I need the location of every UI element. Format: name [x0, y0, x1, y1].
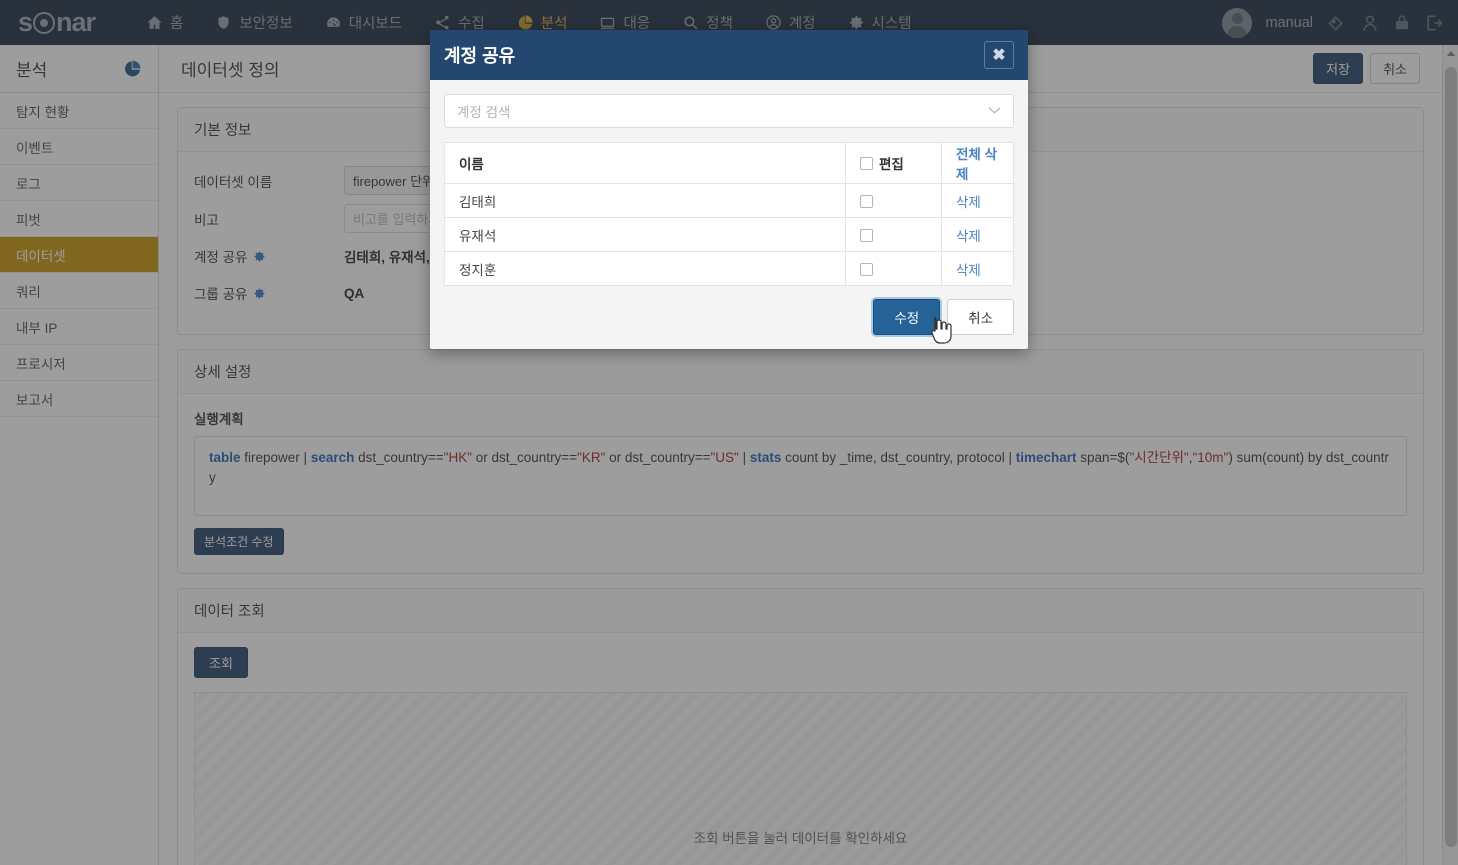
row-name-cell: 김태희: [444, 183, 846, 218]
row-edit-checkbox[interactable]: [860, 194, 873, 208]
modal-confirm-button[interactable]: 수정: [873, 299, 941, 335]
account-share-modal: 계정 공유 ✖ 계정 검색 이름 편집 전체 삭제 김태희 삭제 유재석 삭제 …: [430, 30, 1028, 349]
row-edit-cell: [845, 183, 942, 218]
column-header-delete-all: 전체 삭제: [941, 142, 1014, 184]
column-header-edit-label: 편집: [879, 157, 904, 172]
modal-header: 계정 공유 ✖: [430, 30, 1028, 80]
delete-link[interactable]: 삭제: [956, 195, 981, 210]
account-search-select[interactable]: 계정 검색: [444, 94, 1014, 128]
select-all-checkbox[interactable]: [860, 156, 873, 170]
table-body: 김태희 삭제 유재석 삭제 정지훈 삭제: [444, 183, 1014, 286]
modal-title: 계정 공유: [444, 46, 516, 66]
row-edit-checkbox[interactable]: [860, 262, 873, 276]
modal-footer: 수정 취소: [430, 286, 1028, 349]
shared-accounts-table: 이름 편집 전체 삭제 김태희 삭제 유재석 삭제 정지훈 삭제: [444, 142, 1014, 286]
column-header-edit: 편집: [845, 142, 942, 184]
row-delete-cell: 삭제: [941, 251, 1014, 286]
row-edit-cell: [845, 217, 942, 252]
modal-cancel-button[interactable]: 취소: [947, 299, 1014, 335]
close-icon[interactable]: ✖: [984, 41, 1014, 69]
table-row: 정지훈 삭제: [444, 251, 1014, 286]
table-header: 이름 편집 전체 삭제: [444, 142, 1014, 184]
row-edit-cell: [845, 251, 942, 286]
modal-body: 계정 검색 이름 편집 전체 삭제 김태희 삭제 유재석 삭제 정지훈 삭제: [430, 80, 1028, 286]
delete-all-link[interactable]: 전체 삭제: [956, 147, 997, 182]
account-search-placeholder: 계정 검색: [457, 105, 511, 120]
column-header-edit-wrap: 편집: [860, 153, 904, 173]
row-name-cell: 정지훈: [444, 251, 846, 286]
row-name-cell: 유재석: [444, 217, 846, 252]
column-header-name: 이름: [444, 142, 846, 184]
delete-link[interactable]: 삭제: [956, 229, 981, 244]
row-delete-cell: 삭제: [941, 183, 1014, 218]
table-header-row: 이름 편집 전체 삭제: [444, 142, 1014, 184]
row-delete-cell: 삭제: [941, 217, 1014, 252]
table-row: 유재석 삭제: [444, 217, 1014, 252]
chevron-down-icon: [988, 104, 1001, 118]
table-row: 김태희 삭제: [444, 183, 1014, 218]
row-edit-checkbox[interactable]: [860, 228, 873, 242]
delete-link[interactable]: 삭제: [956, 263, 981, 278]
